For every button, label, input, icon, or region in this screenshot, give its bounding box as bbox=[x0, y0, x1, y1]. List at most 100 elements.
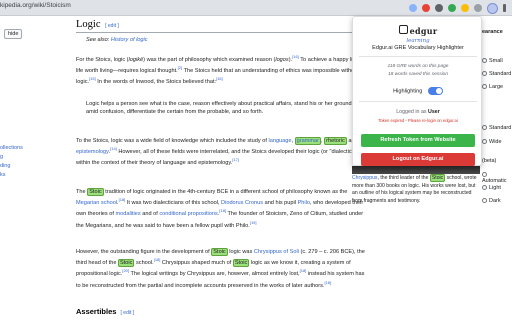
color-beta-label: (beta) bbox=[482, 158, 497, 164]
text-size-option[interactable]: Small bbox=[482, 58, 503, 64]
text-size-option[interactable]: Large bbox=[482, 84, 503, 90]
divider bbox=[359, 101, 477, 102]
appearance-title: earance bbox=[482, 29, 503, 35]
wiki-link[interactable]: Megarian school bbox=[76, 200, 117, 206]
text-run: logikē bbox=[128, 56, 144, 63]
option-label: Small bbox=[489, 58, 503, 64]
heading-divider bbox=[76, 32, 366, 33]
menu-kebab-icon[interactable] bbox=[503, 4, 506, 12]
option-label: Light bbox=[489, 185, 501, 191]
gre-highlighted-word[interactable]: Stoic bbox=[429, 174, 446, 182]
section-heading: Logic [ edit ] bbox=[76, 19, 119, 30]
citation-ref[interactable]: [15] bbox=[89, 76, 96, 81]
sidebar-link[interactable]: ollections bbox=[0, 144, 23, 153]
gre-highlighted-word[interactable]: Stoic bbox=[117, 259, 135, 268]
text-run: For the Stoics, logic ( bbox=[76, 56, 129, 63]
text-run: school. bbox=[134, 260, 154, 267]
wiki-link[interactable]: Diodorus Cronus bbox=[221, 200, 263, 206]
citation-ref[interactable]: [18] bbox=[324, 280, 331, 285]
option-label: Wide bbox=[489, 139, 502, 145]
session-stat: 18 words saved this session bbox=[388, 72, 448, 77]
wiki-link[interactable]: epistemology bbox=[76, 149, 109, 155]
extension-icon[interactable] bbox=[448, 4, 456, 12]
width-option[interactable]: Standard bbox=[482, 125, 511, 131]
sidebar-link[interactable]: ding bbox=[0, 162, 23, 171]
chrysippus-image[interactable] bbox=[352, 166, 480, 174]
extensions-puzzle-icon[interactable] bbox=[474, 4, 482, 12]
citation-ref[interactable]: [17] bbox=[232, 157, 239, 162]
gre-highlighted-word[interactable]: Stoic bbox=[87, 188, 104, 196]
wiki-link[interactable]: conditional propositions bbox=[159, 211, 217, 217]
gre-highlighted-word[interactable]: rhetoric bbox=[324, 137, 347, 145]
text-run: However, the outstanding figure in the d… bbox=[76, 249, 212, 255]
citation-ref[interactable]: [16] bbox=[216, 76, 223, 81]
extension-icon[interactable] bbox=[435, 4, 443, 12]
citation-ref[interactable]: [19] bbox=[250, 220, 257, 225]
refresh-token-button[interactable]: Refresh Token from Website bbox=[361, 134, 475, 147]
brand-subtitle: learning bbox=[406, 38, 430, 44]
hide-button[interactable]: hide bbox=[4, 29, 23, 39]
citation-ref[interactable]: [16] bbox=[292, 54, 299, 59]
highlighting-toggle[interactable] bbox=[427, 87, 443, 95]
option-label: Standard bbox=[489, 71, 512, 77]
login-user: User bbox=[428, 109, 440, 115]
text-size-option[interactable]: Standard bbox=[482, 71, 511, 77]
highlighting-label: Highlighting bbox=[393, 88, 423, 95]
address-bar[interactable]: kipedia.org/wiki/Stoicism bbox=[0, 2, 71, 9]
text-run: ) was the part of philosophy which exami… bbox=[143, 56, 276, 63]
sidebar-link[interactable]: g bbox=[0, 153, 23, 162]
radio-icon[interactable] bbox=[482, 185, 487, 191]
see-also-link[interactable]: History of logic bbox=[111, 37, 148, 43]
text-run: To the Stoics, logic was a wide field of… bbox=[76, 138, 269, 144]
wiki-link[interactable]: Philo bbox=[298, 200, 310, 206]
toggle-knob bbox=[435, 88, 442, 94]
wiki-link[interactable]: modalities bbox=[116, 211, 141, 217]
login-status: Logged in as User bbox=[353, 109, 483, 115]
sidebar-link[interactable]: ks bbox=[0, 171, 23, 180]
citation-ref[interactable]: [14] bbox=[110, 146, 117, 151]
gre-highlighted-word[interactable]: Stoic bbox=[211, 248, 228, 256]
color-option[interactable]: Automatic bbox=[482, 172, 512, 184]
edit-link[interactable]: [ edit ] bbox=[105, 23, 119, 29]
color-option[interactable]: Light bbox=[482, 185, 501, 191]
text-run: The bbox=[76, 189, 88, 195]
image-caption: Chrysippus, the third leader of the Stoi… bbox=[352, 174, 480, 205]
radio-icon[interactable] bbox=[482, 139, 487, 145]
extension-popup: edgur learning Edgur.ai GRE Vocabulary H… bbox=[352, 16, 482, 166]
wiki-link[interactable]: language bbox=[268, 138, 291, 144]
extension-icon[interactable] bbox=[409, 4, 417, 12]
text-run: In the words of Inwood, the Stoics belie… bbox=[95, 79, 217, 86]
radio-icon[interactable] bbox=[482, 58, 487, 64]
popup-title: Edgur.ai GRE Vocabulary Highlighter bbox=[372, 45, 464, 51]
gre-highlighted-word[interactable]: Stoic bbox=[232, 259, 250, 268]
color-option[interactable]: Dark bbox=[482, 198, 501, 204]
extension-icon[interactable] bbox=[461, 4, 469, 12]
width-option[interactable]: Wide bbox=[482, 139, 502, 145]
edgur-logo-icon bbox=[398, 25, 408, 35]
paragraph: However, the outstanding figure in the d… bbox=[76, 248, 366, 290]
option-label: Dark bbox=[489, 198, 501, 204]
radio-icon[interactable] bbox=[482, 125, 487, 131]
gre-highlighted-word[interactable]: grammar bbox=[294, 137, 322, 145]
radio-icon[interactable] bbox=[482, 198, 487, 204]
section-heading-text: Logic bbox=[76, 19, 101, 30]
left-sidebar: hide ollections g ding ks bbox=[0, 16, 68, 320]
edit-link[interactable]: [ edit ] bbox=[121, 310, 135, 316]
brand-name: edgur bbox=[409, 26, 438, 36]
wiki-link[interactable]: Chrysippus of Soli bbox=[254, 249, 299, 255]
section-heading: Assertibles [ edit ] bbox=[76, 307, 134, 316]
wiki-link[interactable]: Chrysippus bbox=[352, 175, 377, 181]
edgur-extension-icon[interactable] bbox=[487, 2, 498, 14]
divider bbox=[359, 56, 477, 57]
logout-button[interactable]: Logout on Edgur.ai bbox=[361, 153, 475, 166]
text-run: It was two dialecticians of this school, bbox=[125, 200, 222, 207]
sidebar-links: ollections g ding ks bbox=[0, 144, 23, 180]
option-label: Standard bbox=[489, 125, 512, 131]
citation-ref[interactable]: [20] bbox=[122, 268, 129, 273]
token-warning: Token expired - Please re-login on edgur… bbox=[378, 118, 458, 123]
option-label: Large bbox=[489, 84, 504, 90]
text-run: logos bbox=[275, 56, 289, 63]
radio-icon[interactable] bbox=[482, 172, 487, 178]
text-run: tradition of logic originated in the 4th… bbox=[103, 189, 348, 195]
extension-icon[interactable] bbox=[422, 4, 430, 12]
